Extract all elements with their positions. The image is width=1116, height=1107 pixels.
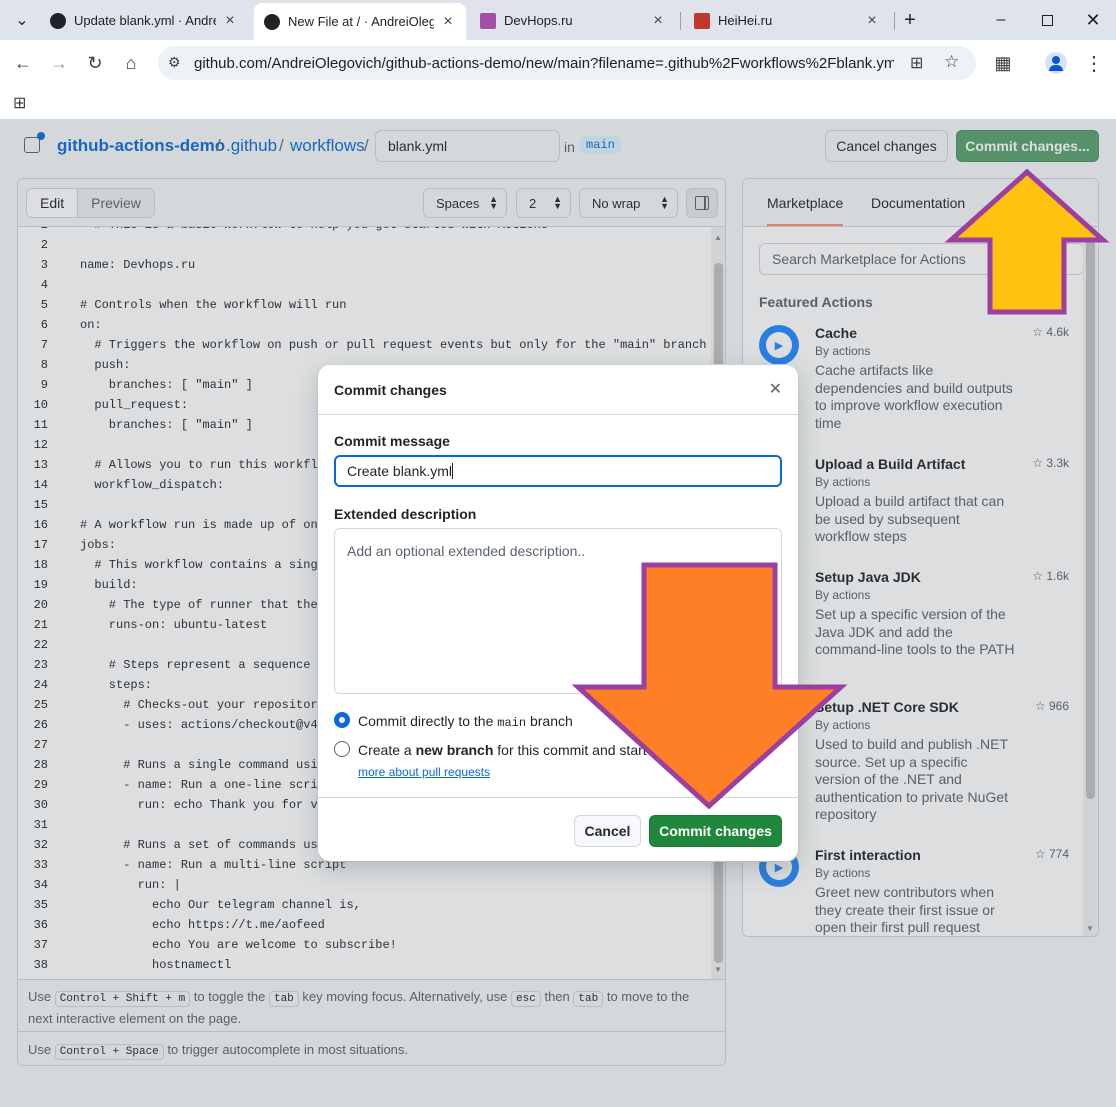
install-app-icon[interactable]: ⊞ <box>910 53 923 73</box>
commit-message-value: Create blank.yml <box>347 463 453 479</box>
devhops-favicon-icon <box>480 12 496 29</box>
new-branch-radio[interactable] <box>334 741 350 757</box>
maximize-icon[interactable] <box>1030 4 1064 36</box>
browser-tab-heihei[interactable]: HeiHei.ru × <box>684 5 890 36</box>
window-close-icon[interactable]: ✕ <box>1076 4 1110 36</box>
minimize-icon[interactable]: – <box>984 4 1018 36</box>
tab-separator <box>680 12 681 30</box>
orange-down-arrow-annotation <box>571 562 848 810</box>
tab-close-icon[interactable]: × <box>650 12 666 30</box>
back-arrow-icon[interactable]: ← <box>11 51 35 75</box>
learn-more-pull-requests-link[interactable]: more about pull requests <box>358 765 490 779</box>
omnibox[interactable]: ⚙ github.com/AndreiOlegovich/github-acti… <box>158 46 976 80</box>
browser-tab-devhops[interactable]: DevHops.ru × <box>470 5 676 36</box>
bookmark-star-icon[interactable]: ☆ <box>944 52 959 72</box>
commit-directly-label[interactable]: Commit directly to the main branch <box>358 713 573 730</box>
url-text[interactable]: github.com/AndreiOlegovich/github-action… <box>194 55 894 72</box>
reload-icon[interactable]: ↻ <box>83 51 107 75</box>
github-favicon-icon <box>50 12 66 29</box>
tab-close-icon[interactable]: × <box>222 12 238 30</box>
home-icon[interactable]: ⌂ <box>119 51 143 75</box>
browser-tab-bar: ⌄ Update blank.yml · AndreiO × New File … <box>0 0 1116 40</box>
tab-close-icon[interactable]: × <box>440 13 456 31</box>
profile-avatar[interactable] <box>1044 51 1068 75</box>
extensions-puzzle-icon[interactable]: ▦ <box>991 51 1015 75</box>
browser-tab-update-blank[interactable]: Update blank.yml · AndreiO × <box>40 5 248 36</box>
commit-message-label: Commit message <box>334 433 450 449</box>
tab-separator <box>894 12 895 30</box>
dialog-close-icon[interactable]: ✕ <box>769 379 782 399</box>
dialog-cancel-button[interactable]: Cancel <box>574 815 641 847</box>
browser-tab-new-file[interactable]: New File at / · AndreiOleg × <box>254 3 466 40</box>
dialog-commit-changes-button[interactable]: Commit changes <box>649 815 782 847</box>
yellow-up-arrow-annotation <box>944 168 1110 315</box>
commit-directly-radio[interactable] <box>334 712 350 728</box>
tab-close-icon[interactable]: × <box>864 12 880 30</box>
tab-search-chevron-icon[interactable]: ⌄ <box>10 8 34 32</box>
dialog-title: Commit changes <box>334 382 447 398</box>
more-menu-icon[interactable]: ⋮ <box>1082 51 1106 75</box>
forward-arrow-icon[interactable]: → <box>47 51 71 75</box>
commit-message-input[interactable]: Create blank.yml <box>334 455 782 487</box>
heihei-favicon-icon <box>694 12 710 29</box>
apps-grid-icon[interactable]: ⊞ <box>13 93 26 113</box>
site-settings-icon[interactable]: ⚙ <box>168 54 181 71</box>
address-bar-row: ← → ↻ ⌂ ⚙ github.com/AndreiOlegovich/git… <box>0 40 1116 86</box>
bookmarks-bar: ⊞ <box>0 86 1116 120</box>
new-tab-plus-icon[interactable]: + <box>898 8 922 32</box>
extended-description-label: Extended description <box>334 506 477 522</box>
dialog-header: Commit changes ✕ <box>318 365 798 415</box>
github-favicon-icon <box>264 13 280 30</box>
